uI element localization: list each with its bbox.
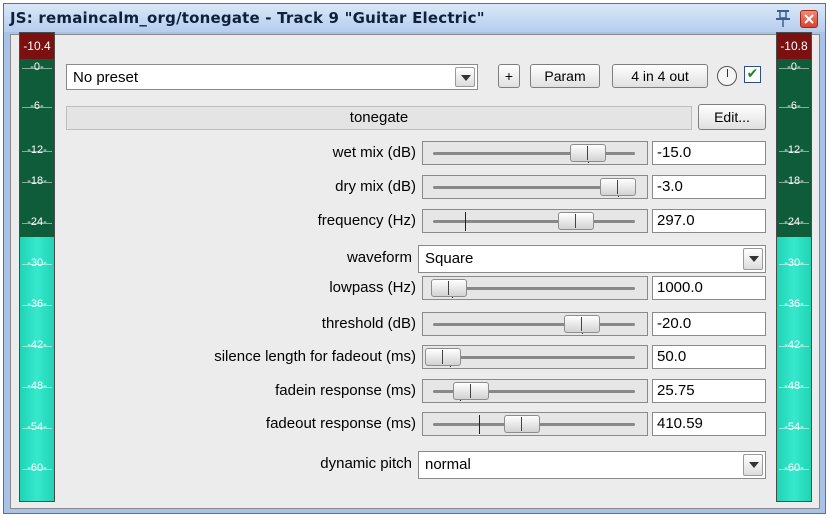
wet-knob-icon[interactable] (717, 66, 737, 86)
meter-scale-label: -24- (777, 216, 811, 228)
meter-scale-label: -30- (20, 257, 54, 269)
io-routing-button[interactable]: 4 in 4 out (612, 64, 708, 88)
param-slider[interactable] (422, 379, 648, 403)
meter-scale-label: -12- (20, 144, 54, 156)
slider-groove (433, 323, 635, 326)
chevron-down-icon[interactable] (743, 454, 763, 476)
meter-scale-label: -36- (20, 298, 54, 310)
param-row: silence length for fadeout (ms) 50.0 (66, 344, 766, 370)
slider-thumb[interactable] (570, 144, 606, 162)
close-button[interactable] (800, 10, 818, 28)
param-value-field[interactable]: -3.0 (652, 175, 766, 199)
meter-scale-label: -54- (20, 421, 54, 433)
meter-scale-label: -36- (777, 298, 811, 310)
param-label: threshold (dB) (321, 315, 416, 332)
meter-scale-label: -6- (777, 100, 811, 112)
param-value-field[interactable]: -15.0 (652, 141, 766, 165)
param-label: wet mix (dB) (332, 144, 416, 161)
dynamic-pitch-value: normal (425, 456, 471, 473)
param-label: lowpass (Hz) (329, 279, 416, 296)
waveform-dropdown[interactable]: Square (418, 245, 766, 273)
meter-scale-label: -42- (20, 339, 54, 351)
param-value-field[interactable]: 25.75 (652, 379, 766, 403)
param-row: dry mix (dB) -3.0 (66, 174, 766, 200)
param-label: fadein response (ms) (275, 382, 416, 399)
preset-dropdown[interactable]: No preset (66, 64, 478, 90)
meter-scale-label: -0- (20, 61, 54, 73)
slider-thumb[interactable] (600, 178, 636, 196)
meter-scale-label: -0- (777, 61, 811, 73)
meter-scale-label: -24- (20, 216, 54, 228)
meter-scale-label: -48- (20, 380, 54, 392)
dynamic-pitch-label: dynamic pitch (320, 455, 412, 472)
slider-thumb[interactable] (558, 212, 594, 230)
param-value-field[interactable]: 1000.0 (652, 276, 766, 300)
meter-scale-label: -42- (777, 339, 811, 351)
param-row: fadein response (ms) 25.75 (66, 378, 766, 404)
bypass-checkbox[interactable]: ✔ (744, 66, 761, 83)
meter-scale-label: -30- (777, 257, 811, 269)
dynamic-pitch-dropdown[interactable]: normal (418, 451, 766, 479)
param-slider[interactable] (422, 412, 648, 436)
param-slider[interactable] (422, 209, 648, 233)
title-bar[interactable]: JS: remaincalm_org/tonegate - Track 9 "G… (4, 4, 825, 32)
meter-scale-label: -6- (20, 100, 54, 112)
chevron-down-icon[interactable] (455, 67, 475, 87)
param-label: fadeout response (ms) (265, 415, 416, 432)
slider-default-marker (479, 415, 480, 434)
waveform-row: waveform Square (66, 245, 766, 273)
param-slider[interactable] (422, 141, 648, 165)
param-row: lowpass (Hz) 1000.0 (66, 275, 766, 301)
slider-groove (433, 220, 635, 223)
output-peak-readout: -10.8 (777, 33, 811, 59)
param-value-field[interactable]: 50.0 (652, 345, 766, 369)
slider-thumb[interactable] (453, 382, 489, 400)
input-peak-readout: -10.4 (20, 33, 54, 59)
chevron-down-icon[interactable] (743, 248, 763, 270)
slider-thumb[interactable] (425, 348, 461, 366)
preset-add-button[interactable]: + (498, 64, 520, 88)
param-label: frequency (Hz) (317, 212, 416, 229)
waveform-value: Square (425, 250, 474, 267)
slider-groove (433, 356, 635, 359)
dynamic-pitch-row: dynamic pitch normal (66, 451, 766, 479)
param-label: dry mix (dB) (335, 178, 416, 195)
input-level-meter: -10.4 -0- -6- -12- -18- -24- -30- -36- -42- -48-… (19, 32, 55, 502)
close-icon (804, 14, 814, 24)
param-button[interactable]: Param (530, 64, 600, 88)
param-value-field[interactable]: -20.0 (652, 312, 766, 336)
edit-button[interactable]: Edit... (698, 104, 766, 130)
output-level-meter: -10.8 -0- -6- -12- -18- -24- -30- -36- -42- -48-… (776, 32, 812, 502)
meter-scale-label: -18- (777, 175, 811, 187)
param-slider[interactable] (422, 175, 648, 199)
meter-scale-label: -54- (777, 421, 811, 433)
param-row: wet mix (dB) -15.0 (66, 140, 766, 166)
meter-scale-label: -12- (777, 144, 811, 156)
param-row: threshold (dB) -20.0 (66, 311, 766, 337)
preset-value: No preset (73, 69, 139, 86)
param-value-field[interactable]: 297.0 (652, 209, 766, 233)
pin-icon[interactable] (774, 8, 792, 28)
param-slider[interactable] (422, 345, 648, 369)
waveform-label: waveform (346, 249, 412, 266)
slider-thumb[interactable] (504, 415, 540, 433)
plugin-name-bar: tonegate (66, 106, 692, 130)
meter-scale-label: -18- (20, 175, 54, 187)
meter-scale-label: -60- (20, 462, 54, 474)
param-row: frequency (Hz) 297.0 (66, 208, 766, 234)
param-value-field[interactable]: 410.59 (652, 412, 766, 436)
slider-thumb[interactable] (431, 279, 467, 297)
param-slider[interactable] (422, 276, 648, 300)
param-slider[interactable] (422, 312, 648, 336)
slider-thumb[interactable] (564, 315, 600, 333)
param-row: fadeout response (ms) 410.59 (66, 411, 766, 437)
meter-scale-label: -48- (777, 380, 811, 392)
meter-scale-label: -60- (777, 462, 811, 474)
slider-default-marker (465, 212, 466, 231)
param-label: silence length for fadeout (ms) (214, 348, 416, 365)
window-title: JS: remaincalm_org/tonegate - Track 9 "G… (10, 9, 485, 27)
